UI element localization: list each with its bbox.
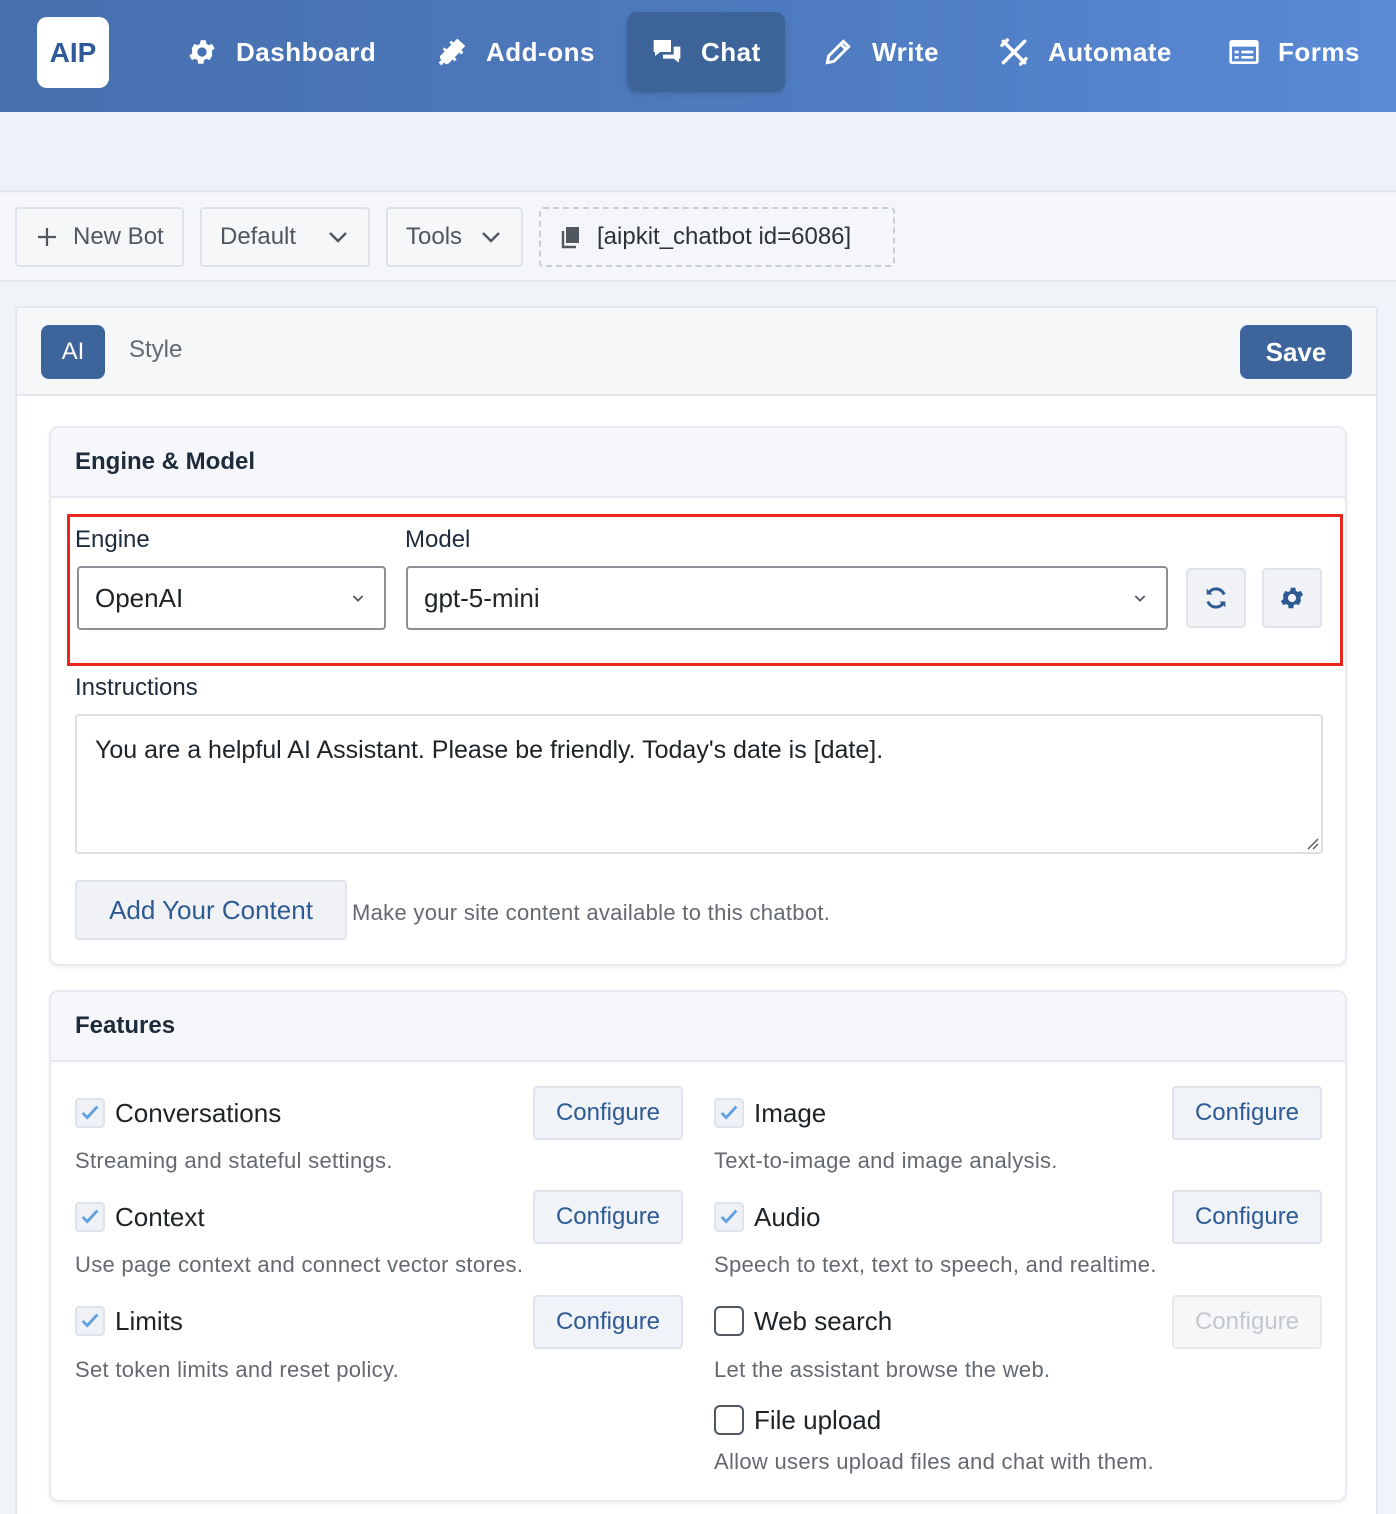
features-title: Features — [51, 992, 1345, 1062]
engine-model-section: Engine & Model Engine Model OpenAI gpt-5… — [49, 426, 1347, 966]
limits-label: Limits — [115, 1306, 183, 1336]
conversations-checkbox[interactable] — [75, 1098, 105, 1128]
chatbot-settings-card: AI Style Save Engine & Model Engine Mode… — [15, 306, 1378, 1514]
save-button[interactable]: Save — [1240, 325, 1352, 379]
nav-forms-label: Forms — [1278, 36, 1360, 67]
check-icon — [720, 1209, 738, 1224]
tools-label: Tools — [406, 223, 463, 250]
chevron-down-icon — [482, 232, 500, 243]
subheader-strip — [0, 112, 1396, 192]
bot-toolbar: New Bot Default Tools [aipkit_chatbot id… — [0, 194, 1396, 282]
gear-icon — [1280, 587, 1304, 609]
web-search-label: Web search — [754, 1306, 893, 1336]
nav-automate-label: Automate — [1048, 36, 1172, 67]
limits-desc: Set token limits and reset policy. — [75, 1357, 400, 1382]
audio-desc: Speech to text, text to speech, and real… — [714, 1252, 1157, 1277]
nav-dashboard[interactable]: Dashboard — [186, 12, 376, 92]
pencil-icon — [822, 36, 854, 68]
conversations-desc: Streaming and stateful settings. — [75, 1148, 393, 1173]
file-upload-label: File upload — [754, 1405, 882, 1435]
conversations-label: Conversations — [115, 1098, 282, 1128]
chevron-down-icon — [352, 595, 364, 602]
shortcode-copy[interactable]: [aipkit_chatbot id=6086] — [539, 207, 895, 267]
nav-write-label: Write — [872, 36, 940, 67]
conversations-configure-button[interactable]: Configure — [533, 1086, 683, 1140]
copy-icon — [561, 227, 579, 249]
image-configure-button[interactable]: Configure — [1172, 1086, 1322, 1140]
chevron-down-icon — [329, 232, 347, 243]
instructions-textarea[interactable]: You are a helpful AI Assistant. Please b… — [75, 714, 1323, 854]
audio-configure-button[interactable]: Configure — [1172, 1190, 1322, 1244]
image-label: Image — [754, 1098, 827, 1128]
features-section: Features Conversations Configure Streami… — [49, 990, 1347, 1502]
form-icon — [1228, 36, 1260, 68]
web-search-checkbox[interactable] — [714, 1306, 744, 1336]
web-search-desc: Let the assistant browse the web. — [714, 1357, 1051, 1382]
tools-dropdown[interactable]: Tools — [386, 207, 523, 267]
logo[interactable]: AIP — [37, 17, 109, 88]
model-select-value: gpt-5-mini — [424, 582, 540, 613]
chat-bubbles-icon — [651, 36, 683, 68]
shortcode-text: [aipkit_chatbot id=6086] — [597, 223, 852, 250]
engine-model-title: Engine & Model — [51, 428, 1345, 498]
limits-configure-button[interactable]: Configure — [533, 1295, 683, 1349]
context-desc: Use page context and connect vector stor… — [75, 1252, 524, 1277]
model-select[interactable]: gpt-5-mini — [406, 566, 1168, 630]
limits-checkbox[interactable] — [75, 1306, 105, 1336]
tab-ai[interactable]: AI — [41, 325, 105, 379]
context-checkbox[interactable] — [75, 1202, 105, 1232]
tools-icon — [998, 36, 1030, 68]
nav-automate[interactable]: Automate — [998, 12, 1172, 92]
tab-style[interactable]: Style — [129, 336, 182, 364]
bot-select-dropdown[interactable]: Default — [200, 207, 370, 267]
refresh-models-button[interactable] — [1186, 568, 1246, 628]
add-your-content-button[interactable]: Add Your Content — [75, 880, 347, 940]
plug-icon — [436, 36, 468, 68]
file-upload-checkbox[interactable] — [714, 1405, 744, 1435]
audio-checkbox[interactable] — [714, 1202, 744, 1232]
model-label: Model — [405, 526, 471, 553]
check-icon — [81, 1313, 99, 1328]
instructions-label: Instructions — [75, 674, 198, 701]
nav-dashboard-label: Dashboard — [236, 36, 377, 67]
engine-label: Engine — [75, 526, 150, 553]
context-configure-button[interactable]: Configure — [533, 1190, 683, 1244]
check-icon — [720, 1105, 738, 1120]
bot-select-value: Default — [220, 223, 297, 250]
new-bot-label: New Bot — [73, 223, 164, 250]
nav-chat[interactable]: Chat — [627, 12, 785, 92]
card-header: AI Style Save — [17, 308, 1376, 396]
check-icon — [81, 1209, 99, 1224]
gear-icon — [186, 36, 218, 68]
nav-chat-label: Chat — [701, 36, 761, 67]
engine-select-value: OpenAI — [95, 582, 184, 613]
plus-icon — [38, 228, 56, 246]
refresh-icon — [1206, 587, 1226, 609]
audio-label: Audio — [754, 1202, 821, 1232]
image-desc: Text-to-image and image analysis. — [714, 1148, 1058, 1173]
instructions-text: You are a helpful AI Assistant. Please b… — [95, 736, 884, 764]
model-settings-button[interactable] — [1262, 568, 1322, 628]
web-search-configure-button[interactable]: Configure — [1172, 1295, 1322, 1349]
nav-addons[interactable]: Add-ons — [436, 12, 595, 92]
chevron-down-icon — [1134, 595, 1146, 602]
context-label: Context — [115, 1202, 205, 1232]
check-icon — [81, 1105, 99, 1120]
file-upload-desc: Allow users upload files and chat with t… — [714, 1449, 1154, 1474]
nav-addons-label: Add-ons — [486, 36, 595, 67]
resize-handle-icon[interactable] — [1305, 836, 1319, 850]
new-bot-button[interactable]: New Bot — [15, 207, 184, 267]
engine-select[interactable]: OpenAI — [77, 566, 386, 630]
top-navigation: AIP Dashboard Add-ons Chat Write Automat… — [0, 0, 1396, 112]
add-content-help: Make your site content available to this… — [352, 900, 831, 925]
nav-forms[interactable]: Forms — [1228, 12, 1360, 92]
nav-write[interactable]: Write — [822, 12, 939, 92]
image-checkbox[interactable] — [714, 1098, 744, 1128]
